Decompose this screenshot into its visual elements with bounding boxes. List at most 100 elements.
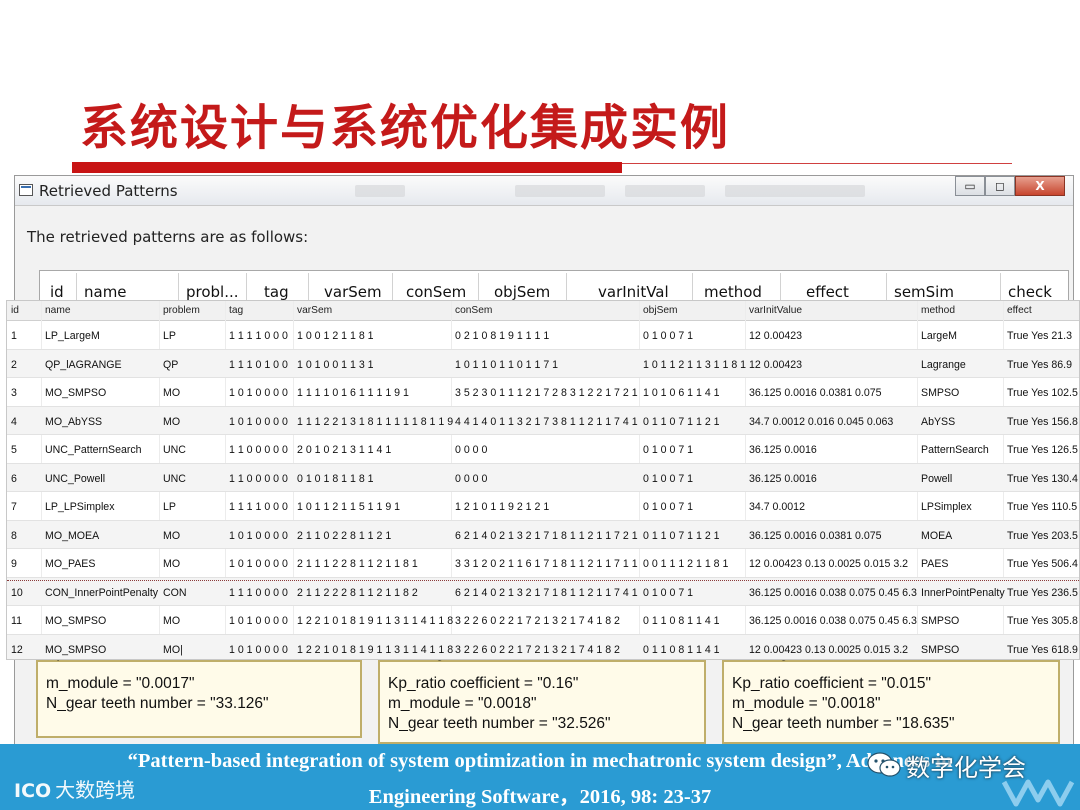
table-cell-problem: UNC — [163, 444, 186, 456]
table-cell-effect: True Yes 305.8 — [1007, 615, 1078, 627]
table-column-header[interactable]: method — [921, 305, 955, 316]
header-method[interactable]: method — [704, 283, 762, 301]
table-cell-objsem: 0 0 1 1 1 2 1 1 8 1 — [643, 558, 729, 570]
table-row[interactable]: 12 MO_SMPSO MO| 1 0 1 0 0 0 0 1 2 2 1 0 1 8 … — [7, 634, 1079, 659]
table-cell-tag: 1 1 1 1 0 0 0 — [229, 501, 288, 513]
result-note-2: Ki_integral coefficient = "3.8" Kp_ratio… — [378, 650, 706, 744]
table-column-header[interactable]: name — [45, 305, 70, 316]
title-rule — [622, 163, 1012, 164]
table-row[interactable]: 1 LP_LargeM LP 1 1 1 1 0 0 0 1 0 0 1 2 1 1 8… — [7, 321, 1079, 350]
table-column-header[interactable]: id — [11, 305, 19, 316]
table-cell-varsem: 2 1 1 2 2 2 8 1 1 2 1 1 8 2 — [297, 586, 418, 599]
table-cell-varsem: 1 1 1 2 2 1 3 1 8 1 1 1 1 1 8 1 1 9 1 — [297, 415, 453, 428]
table-cell-varinitvalue: 12 0.00423 — [749, 330, 803, 342]
table-cell-consem: 6 2 1 4 0 2 1 3 2 1 7 1 8 1 1 2 1 1 7 2 … — [455, 529, 641, 542]
table-row[interactable]: 2 QP_lAGRANGE QP 1 1 1 0 1 0 0 1 0 1 0 0 1 1… — [7, 349, 1079, 378]
table-row[interactable]: 8 MO_MOEA MO 1 0 1 0 0 0 0 2 1 1 0 2 2 8 1 1… — [7, 520, 1079, 549]
table-cell-varinitvalue: 36.125 0.0016 0.0381 0.075 — [749, 529, 882, 542]
table-cell-name: MO_AbYSS — [45, 415, 103, 428]
table-cell-id: 6 — [11, 472, 17, 485]
close-button[interactable]: X — [1015, 176, 1065, 196]
header-problem[interactable]: probl... — [186, 283, 239, 301]
table-row[interactable]: 11 MO_SMPSO MO 1 0 1 0 0 0 0 1 2 2 1 0 1 8 1… — [7, 606, 1079, 635]
table-column-header[interactable]: tag — [229, 305, 243, 316]
window-titlebar[interactable]: Retrieved Patterns ▭ ◻ X — [15, 176, 1073, 206]
table-column-header[interactable]: varSem — [297, 305, 332, 316]
table-cell-varsem: 0 1 0 1 8 1 1 8 1 — [297, 472, 374, 485]
table-cell-varsem: 1 0 1 0 0 1 1 3 1 — [297, 358, 374, 371]
table-row[interactable]: 4 MO_AbYSS MO 1 0 1 0 0 0 0 1 1 1 2 2 1 3 1 … — [7, 406, 1079, 435]
window-app-icon — [19, 184, 33, 196]
table-cell-tag: 1 0 1 0 0 0 0 — [229, 643, 288, 656]
table-cell-objsem: 1 0 1 1 2 1 1 3 1 1 8 1 — [643, 358, 747, 371]
table-cell-problem: MO — [163, 415, 181, 428]
table-cell-method: Lagrange — [921, 358, 966, 371]
table-cell-consem: 0 0 0 0 — [455, 472, 488, 485]
table-cell-method: LPSimplex — [921, 501, 972, 513]
table-cell-tag: 1 1 0 0 0 0 0 — [229, 472, 288, 485]
minimize-button[interactable]: ▭ — [955, 176, 985, 196]
table-column-header[interactable]: problem — [163, 305, 200, 316]
header-id[interactable]: id — [50, 283, 64, 301]
table-cell-effect: True Yes 126.5 — [1007, 444, 1078, 456]
header-effect[interactable]: effect — [806, 283, 849, 301]
table-row[interactable]: 6 UNC_Powell UNC 1 1 0 0 0 0 0 0 1 0 1 8 1 1… — [7, 463, 1079, 492]
table-cell-consem: 0 0 0 0 — [455, 444, 488, 456]
header-semsim[interactable]: semSim — [894, 283, 954, 301]
table-cell-name: LP_LPSimplex — [45, 501, 115, 513]
table-column-header[interactable]: effect — [1007, 305, 1032, 316]
table-cell-problem: CON — [163, 586, 187, 599]
brand-logo-left: ICO 大数跨境 — [14, 774, 135, 803]
table-cell-name: MO_SMPSO — [45, 615, 107, 627]
table-cell-varsem: 1 2 2 1 0 1 8 1 9 1 1 3 1 1 4 1 1 8 1 — [297, 615, 453, 627]
table-cell-name: MO_SMPSO — [45, 643, 107, 656]
table-row[interactable]: 10 CON_InnerPointPenalty CON 1 1 1 0 0 0 0 2… — [7, 577, 1079, 606]
note-line: m_module = "0.0018" — [388, 695, 537, 712]
table-cell-id: 4 — [11, 415, 17, 428]
header-objsem[interactable]: objSem — [494, 283, 550, 301]
table-column-header[interactable]: conSem — [455, 305, 492, 316]
citation-line-2: Engineering Software，2016, 98: 23-37 — [368, 786, 712, 808]
table-column-header[interactable]: objSem — [643, 305, 678, 316]
table-cell-effect: True Yes 236.5 — [1007, 586, 1078, 599]
table-cell-id: 11 — [11, 615, 22, 627]
table-cell-tag: 1 1 1 1 0 0 0 — [229, 330, 288, 342]
table-cell-problem: MO — [163, 529, 181, 542]
table-row[interactable]: 7 LP_LPSimplex LP 1 1 1 1 0 0 0 1 0 1 1 2 1 … — [7, 492, 1079, 521]
note-line: Kp_ratio coefficient = "0.16" — [388, 675, 579, 692]
table-cell-varsem: 1 0 1 1 2 1 1 5 1 1 9 1 — [297, 501, 401, 513]
header-varsem[interactable]: varSem — [324, 283, 382, 301]
table-cell-varinitvalue: 12 0.00423 0.13 0.0025 0.015 3.2 — [749, 643, 909, 656]
header-name[interactable]: name — [84, 283, 127, 301]
table-row[interactable]: 3 MO_SMPSO MO 1 0 1 0 0 0 0 1 1 1 1 0 1 6 1 … — [7, 378, 1079, 407]
table-cell-method: SMPSO — [921, 387, 960, 399]
header-check[interactable]: check — [1008, 283, 1052, 301]
table-cell-consem: 3 5 2 3 0 1 1 1 2 1 7 2 8 3 1 2 2 1 7 2 … — [455, 387, 641, 399]
header-tag[interactable]: tag — [264, 283, 289, 301]
table-cell-id: 7 — [11, 501, 17, 513]
table-cell-method: AbYSS — [921, 415, 956, 428]
table-cell-tag: 1 0 1 0 0 0 0 — [229, 529, 288, 542]
window-intro-text: The retrieved patterns are as follows: — [27, 228, 309, 246]
table-cell-method: LargeM — [921, 330, 957, 342]
patterns-header-panel: id name probl... tag varSem conSem objSe… — [39, 270, 1069, 304]
table-column-header[interactable]: varInitValue — [749, 305, 802, 316]
restore-button[interactable]: ◻ — [985, 176, 1015, 196]
table-cell-method: PAES — [921, 558, 949, 570]
window-title: Retrieved Patterns — [39, 182, 178, 200]
table-cell-effect: True Yes 102.5 — [1007, 387, 1078, 399]
table-cell-consem: 1 2 1 0 1 1 9 2 1 2 1 — [455, 501, 550, 513]
table-cell-varinitvalue: 36.125 0.0016 — [749, 444, 817, 456]
table-row[interactable]: 9 MO_PAES MO 1 0 1 0 0 0 0 2 1 1 1 2 2 8 1 1… — [7, 549, 1079, 578]
table-cell-effect: True Yes 110.5 — [1007, 501, 1078, 513]
table-cell-name: UNC_PatternSearch — [45, 444, 142, 456]
table-cell-effect: True Yes 506.4 — [1007, 558, 1078, 570]
table-cell-name: LP_LargeM — [45, 330, 100, 342]
table-cell-consem: 0 2 1 0 8 1 9 1 1 1 1 — [455, 330, 550, 342]
header-varinitval[interactable]: varInitVal — [598, 283, 669, 301]
table-cell-tag: 1 1 0 0 0 0 0 — [229, 444, 288, 456]
header-consem[interactable]: conSem — [406, 283, 466, 301]
table-cell-problem: LP — [163, 501, 176, 513]
table-cell-varinitvalue: 36.125 0.0016 0.0381 0.075 — [749, 387, 882, 399]
table-row[interactable]: 5 UNC_PatternSearch UNC 1 1 0 0 0 0 0 2 0 1 … — [7, 435, 1079, 464]
